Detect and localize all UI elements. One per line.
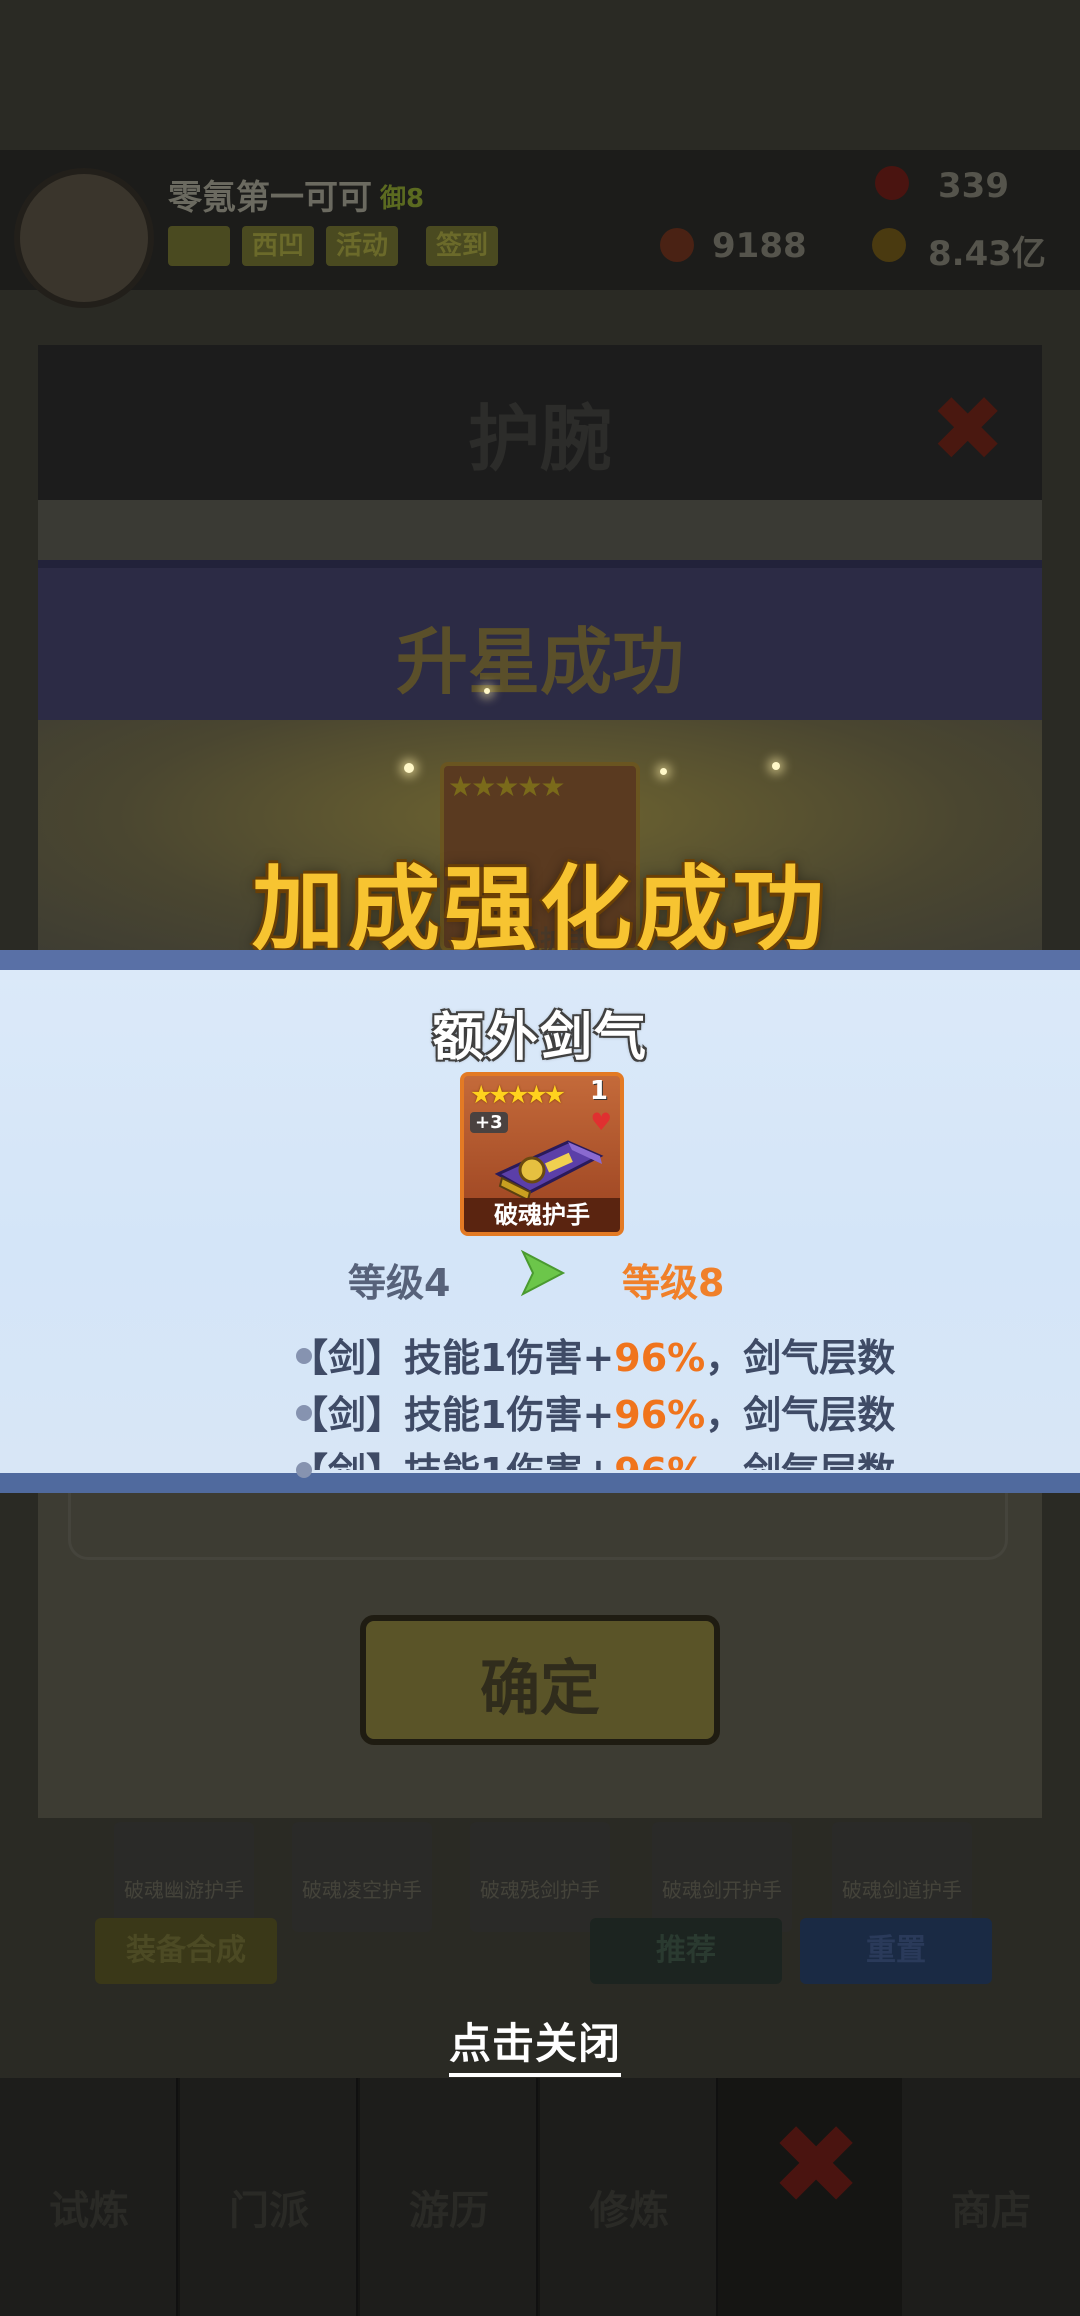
sparkle — [772, 762, 780, 770]
crystal-icon — [660, 228, 694, 262]
equipment-synth-button: 装备合成 — [95, 1918, 277, 1984]
effect-text: ，剑气层数 — [705, 1336, 896, 1380]
effect-row: 【剑】技能1伤害+96%，剑气层数 — [290, 1441, 946, 1470]
sparkle — [484, 688, 490, 694]
effect-text: 【剑】技能1伤害+ — [290, 1393, 615, 1437]
bonus-title: 额外剑气 — [431, 1008, 648, 1068]
effect-text: ，剑气层数 — [705, 1393, 896, 1437]
nav-travel-label: 游历 — [409, 2188, 489, 2234]
enhance-success-title: 加成强化成功 — [251, 856, 828, 963]
top-status-bar — [0, 150, 1080, 290]
close-icon: ✖ — [930, 377, 1006, 482]
sparkle — [660, 768, 667, 775]
reset-button: 重置 — [800, 1918, 992, 1984]
sparkle — [404, 763, 414, 773]
effect-value: 96% — [614, 1450, 705, 1470]
player-avatar — [14, 168, 154, 308]
equipment-slot-label: 破魂凌空护手 — [302, 1878, 422, 1902]
level-after: 等级8 — [622, 1261, 725, 1305]
player-level: 御8 — [380, 184, 425, 214]
crystal-count: 9188 — [712, 226, 807, 266]
banner-bottom-edge — [0, 1473, 1080, 1493]
item-count: 1 — [589, 1076, 608, 1106]
effect-row: 【剑】技能1伤害+96%，剑气层数 — [290, 1327, 946, 1382]
item-card: ★★★★★ 1 ♥ +3 破魂护手 — [460, 1072, 624, 1236]
equipment-slot-label: 破魂残剑护手 — [480, 1878, 600, 1902]
gem-count: 339 — [938, 166, 1009, 206]
star-up-popup-title: 升星成功 — [395, 620, 684, 704]
nav-cultivate-label: 修炼 — [589, 2188, 669, 2234]
tag-server: 西凹 — [242, 226, 315, 266]
effect-list: 【剑】技能1伤害+96%，剑气层数 【剑】技能1伤害+96%，剑气层数 【剑】技… — [290, 1325, 946, 1470]
confirm-button-label: 确定 — [480, 1654, 600, 1724]
effect-row: 【剑】技能1伤害+96%，剑气层数 — [290, 1384, 946, 1439]
crossed-swords-icon: ✖ — [770, 2101, 863, 2229]
effect-text: 【剑】技能1伤害+ — [290, 1450, 614, 1470]
enhance-level-badge: +3 — [470, 1112, 508, 1133]
item-name: 破魂护手 — [464, 1198, 620, 1232]
gold-coin-icon — [872, 228, 906, 262]
nav-trial-label: 试炼 — [49, 2188, 129, 2234]
bracer-panel-title: 护腕 — [467, 397, 612, 481]
gold-count: 8.43亿 — [928, 234, 1046, 274]
effect-value: 96% — [614, 1393, 706, 1437]
tag-checkin: 签到 — [426, 226, 499, 266]
tag-vip — [168, 226, 230, 266]
equipment-slot-label: 破魂剑道护手 — [842, 1878, 962, 1902]
upgraded-item-stars: ★★★★★ — [448, 770, 566, 803]
equipment-slot-label: 破魂剑开护手 — [662, 1878, 782, 1902]
tag-event: 活动 — [326, 226, 399, 266]
tap-to-close-link[interactable]: 点击关闭 — [449, 2010, 622, 2077]
effect-text: ，剑气层数 — [705, 1450, 895, 1470]
banner-top-edge — [0, 950, 1080, 972]
player-name: 零氪第一可可 — [168, 178, 372, 218]
nav-sect-label: 门派 — [229, 2188, 309, 2234]
effect-text: 【剑】技能1伤害+ — [290, 1336, 615, 1380]
heart-icon: ♥ — [590, 1108, 612, 1136]
star-rating: ★★★★★ — [470, 1080, 566, 1109]
level-before: 等级4 — [348, 1261, 451, 1305]
equipment-slot-label: 破魂幽游护手 — [124, 1878, 244, 1902]
bracer-icon — [494, 1140, 604, 1202]
arrow-right-icon — [520, 1249, 566, 1297]
gem-icon — [875, 166, 909, 200]
effect-value: 96% — [614, 1336, 706, 1380]
recommend-button: 推荐 — [590, 1918, 782, 1984]
nav-shop-label: 商店 — [951, 2188, 1031, 2234]
